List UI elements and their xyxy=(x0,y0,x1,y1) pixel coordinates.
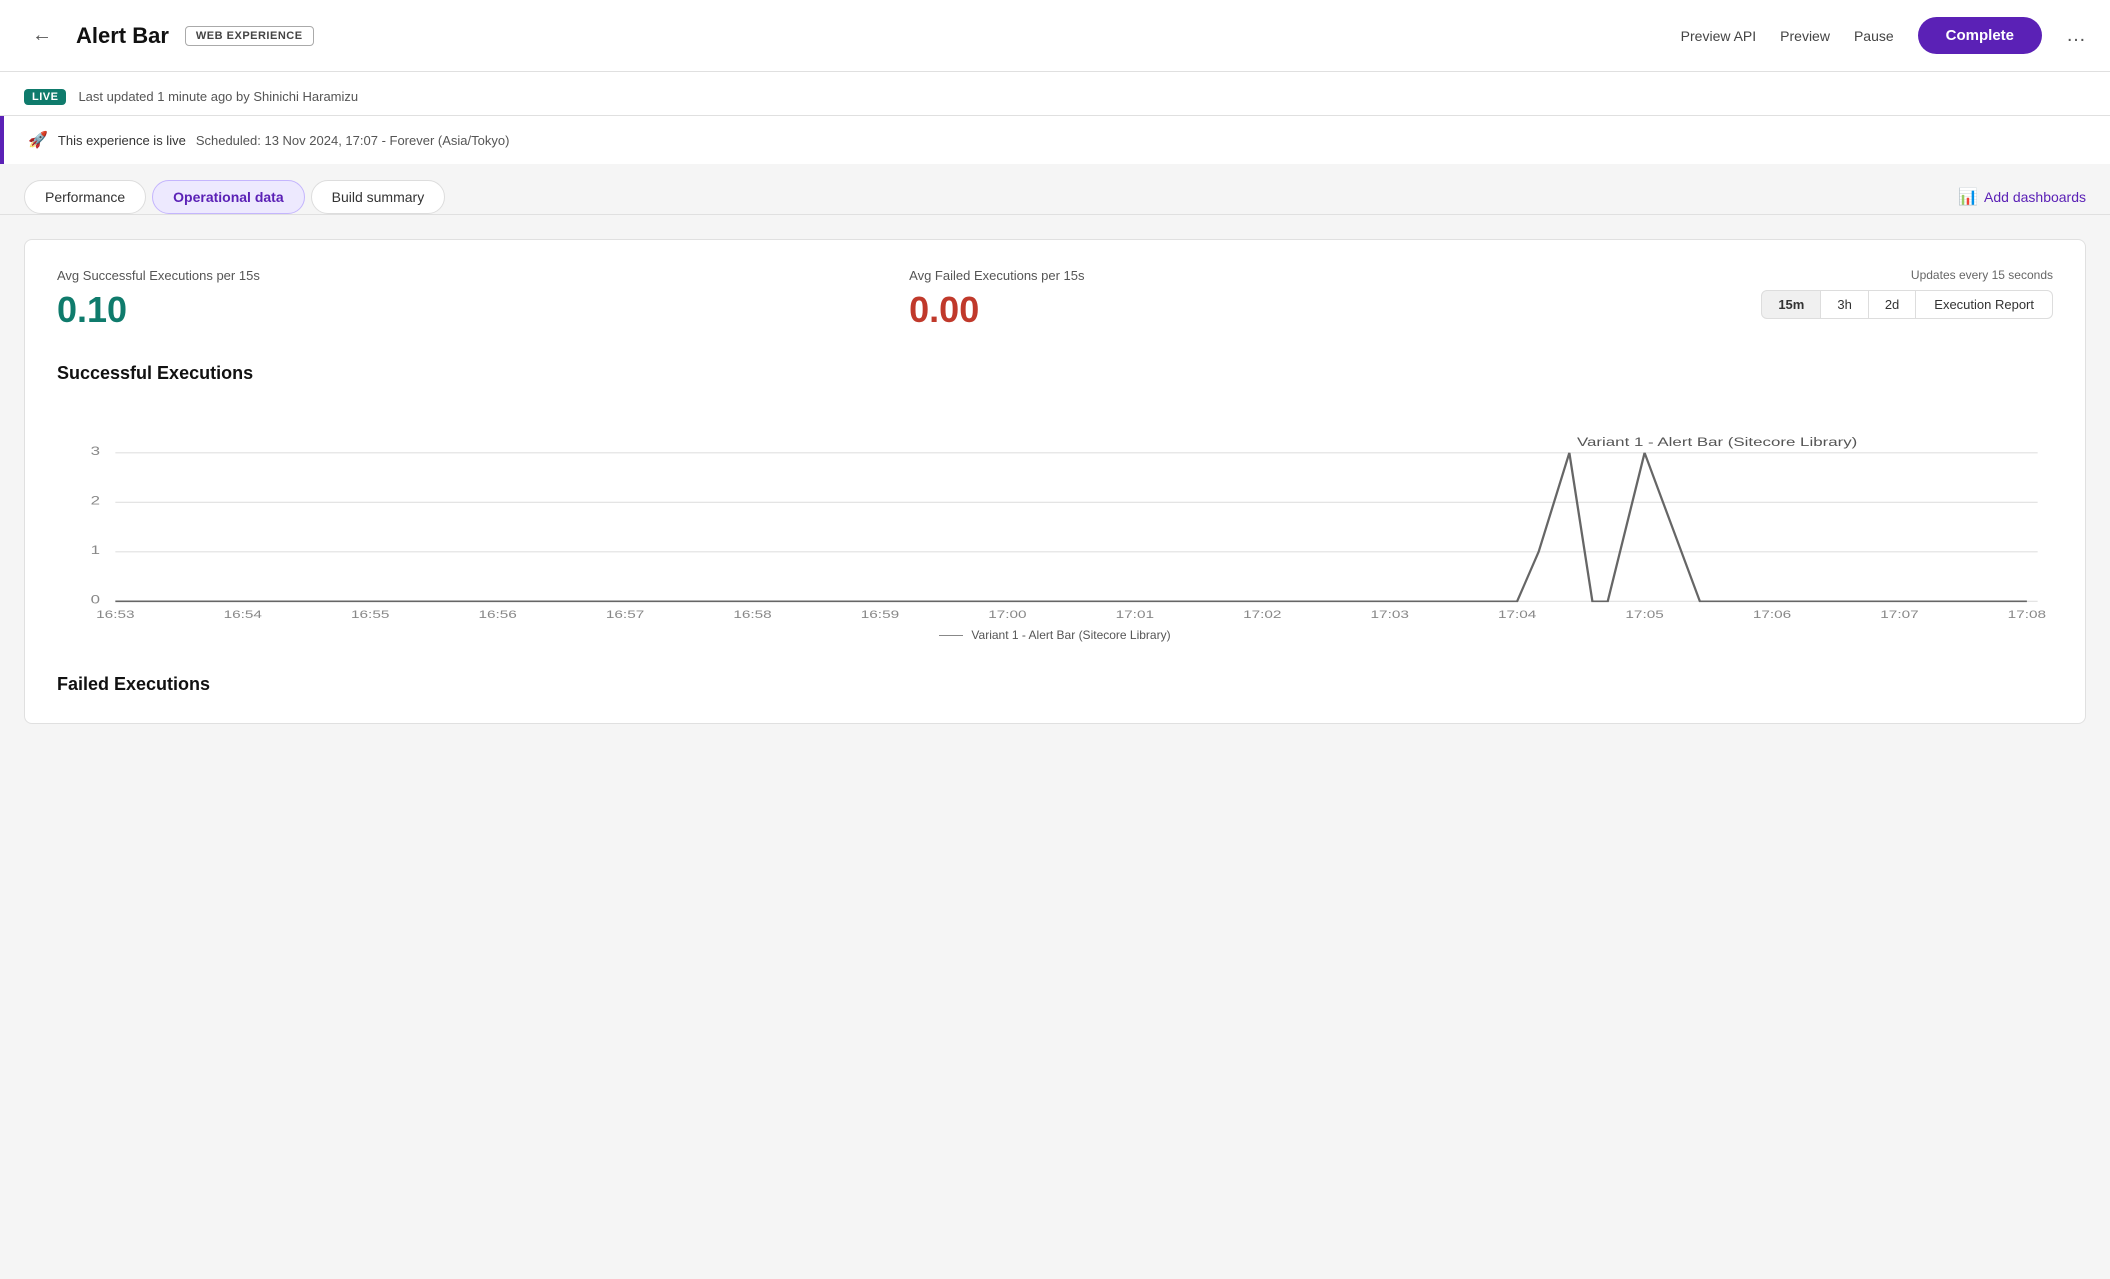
sub-bar: LIVE Last updated 1 minute ago by Shinic… xyxy=(0,72,2110,116)
svg-text:16:53: 16:53 xyxy=(96,608,134,620)
avg-successful-label: Avg Successful Executions per 15s xyxy=(57,268,909,283)
svg-text:17:01: 17:01 xyxy=(1116,608,1154,620)
legend-label: Variant 1 - Alert Bar (Sitecore Library) xyxy=(971,628,1170,642)
complete-button[interactable]: Complete xyxy=(1918,17,2042,54)
failed-executions-title: Failed Executions xyxy=(57,674,2053,695)
svg-text:17:04: 17:04 xyxy=(1498,608,1537,620)
svg-text:16:57: 16:57 xyxy=(606,608,644,620)
dashboard-icon: 📊 xyxy=(1958,187,1978,207)
svg-text:16:55: 16:55 xyxy=(351,608,389,620)
metrics-top-row: Avg Successful Executions per 15s 0.10 A… xyxy=(57,268,2053,331)
svg-text:0: 0 xyxy=(91,594,100,607)
live-banner-schedule: Scheduled: 13 Nov 2024, 17:07 - Forever … xyxy=(196,133,510,148)
live-banner: 🚀 This experience is live Scheduled: 13 … xyxy=(0,116,2110,164)
svg-text:16:56: 16:56 xyxy=(478,608,516,620)
tabs-bar: Performance Operational data Build summa… xyxy=(0,164,2110,215)
svg-text:16:54: 16:54 xyxy=(224,608,263,620)
metrics-card: Avg Successful Executions per 15s 0.10 A… xyxy=(24,239,2086,724)
preview-api-button[interactable]: Preview API xyxy=(1681,28,1756,44)
chart-legend: Variant 1 - Alert Bar (Sitecore Library) xyxy=(57,628,2053,642)
main-content: Avg Successful Executions per 15s 0.10 A… xyxy=(0,215,2110,1279)
successful-executions-section: Successful Executions 0 1 2 3 16:53 xyxy=(57,363,2053,642)
svg-text:17:06: 17:06 xyxy=(1753,608,1791,620)
svg-text:17:08: 17:08 xyxy=(2008,608,2046,620)
time-controls: Updates every 15 seconds 15m 3h 2d Execu… xyxy=(1761,268,2053,319)
avg-successful-value: 0.10 xyxy=(57,289,909,331)
svg-text:17:02: 17:02 xyxy=(1243,608,1281,620)
avg-failed-label: Avg Failed Executions per 15s xyxy=(909,268,1761,283)
svg-text:16:59: 16:59 xyxy=(861,608,899,620)
more-button[interactable]: … xyxy=(2066,24,2086,47)
execution-report-button[interactable]: Execution Report xyxy=(1916,290,2053,319)
successful-executions-title: Successful Executions xyxy=(57,363,2053,384)
time-btn-15m[interactable]: 15m xyxy=(1761,290,1821,319)
tab-performance[interactable]: Performance xyxy=(24,180,146,214)
tab-build-summary[interactable]: Build summary xyxy=(311,180,446,214)
tab-operational-data[interactable]: Operational data xyxy=(152,180,304,214)
successful-chart-svg: 0 1 2 3 16:53 16:54 16:55 16:56 16:57 xyxy=(57,400,2053,620)
page-title: Alert Bar xyxy=(76,23,169,49)
avg-failed-value: 0.00 xyxy=(909,289,1761,331)
preview-button[interactable]: Preview xyxy=(1780,28,1830,44)
avg-successful-block: Avg Successful Executions per 15s 0.10 xyxy=(57,268,909,331)
svg-text:2: 2 xyxy=(91,495,100,508)
add-dashboards-button[interactable]: 📊 Add dashboards xyxy=(1958,187,2086,207)
svg-text:Variant 1 - Alert Bar (Sitecor: Variant 1 - Alert Bar (Sitecore Library) xyxy=(1577,436,1857,449)
updates-label: Updates every 15 seconds xyxy=(1911,268,2053,282)
svg-text:16:58: 16:58 xyxy=(733,608,771,620)
legend-line-icon xyxy=(939,635,963,636)
last-updated-text: Last updated 1 minute ago by Shinichi Ha… xyxy=(78,89,358,104)
successful-executions-chart: 0 1 2 3 16:53 16:54 16:55 16:56 16:57 xyxy=(57,400,2053,620)
svg-text:1: 1 xyxy=(91,544,100,557)
time-btn-3h[interactable]: 3h xyxy=(1821,290,1868,319)
live-banner-text: This experience is live xyxy=(58,133,186,148)
svg-text:17:05: 17:05 xyxy=(1625,608,1663,620)
svg-text:3: 3 xyxy=(91,445,100,458)
time-btn-2d[interactable]: 2d xyxy=(1869,290,1916,319)
avg-failed-block: Avg Failed Executions per 15s 0.00 xyxy=(909,268,1761,331)
experience-type-badge: WEB EXPERIENCE xyxy=(185,26,314,46)
live-badge: LIVE xyxy=(24,89,66,105)
add-dashboards-label: Add dashboards xyxy=(1984,189,2086,205)
top-bar: ← Alert Bar WEB EXPERIENCE Preview API P… xyxy=(0,0,2110,72)
time-buttons: 15m 3h 2d Execution Report xyxy=(1761,290,2053,319)
back-button[interactable]: ← xyxy=(24,20,60,51)
svg-text:17:03: 17:03 xyxy=(1371,608,1409,620)
rocket-icon: 🚀 xyxy=(28,130,48,150)
pause-button[interactable]: Pause xyxy=(1854,28,1894,44)
top-bar-right: Preview API Preview Pause Complete … xyxy=(1681,17,2086,54)
svg-text:17:00: 17:00 xyxy=(988,608,1026,620)
svg-text:17:07: 17:07 xyxy=(1880,608,1918,620)
